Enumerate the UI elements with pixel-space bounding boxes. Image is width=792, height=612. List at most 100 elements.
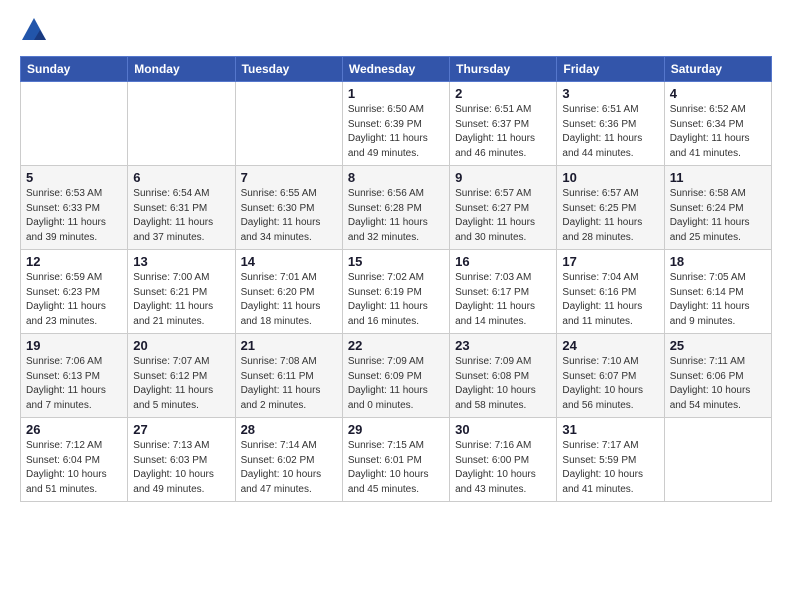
calendar-cell: 13 Sunrise: 7:00 AM Sunset: 6:21 PM Dayli… <box>128 250 235 334</box>
day-info: Sunrise: 7:09 AM Sunset: 6:08 PM Dayligh… <box>455 355 551 413</box>
day-number: 8 <box>348 170 444 185</box>
calendar-table: SundayMondayTuesdayWednesdayThursdayFrid… <box>20 56 772 502</box>
calendar-cell <box>664 418 771 502</box>
day-info: Sunrise: 7:01 AM Sunset: 6:20 PM Dayligh… <box>241 271 337 329</box>
calendar-week-2: 5 Sunrise: 6:53 AM Sunset: 6:33 PM Daylig… <box>21 166 772 250</box>
day-info: Sunrise: 6:57 AM Sunset: 6:25 PM Dayligh… <box>562 187 658 245</box>
day-info: Sunrise: 7:08 AM Sunset: 6:11 PM Dayligh… <box>241 355 337 413</box>
calendar-cell: 6 Sunrise: 6:54 AM Sunset: 6:31 PM Daylig… <box>128 166 235 250</box>
day-number: 23 <box>455 338 551 353</box>
header <box>20 16 772 44</box>
day-number: 3 <box>562 86 658 101</box>
day-number: 27 <box>133 422 229 437</box>
day-number: 9 <box>455 170 551 185</box>
day-number: 15 <box>348 254 444 269</box>
calendar-cell: 2Sunrise: 6:51 AM Sunset: 6:37 PM Daylig… <box>450 82 557 166</box>
day-number: 13 <box>133 254 229 269</box>
calendar-cell: 17 Sunrise: 7:04 AM Sunset: 6:16 PM Dayli… <box>557 250 664 334</box>
day-info: Sunrise: 6:56 AM Sunset: 6:28 PM Dayligh… <box>348 187 444 245</box>
calendar-cell: 30 Sunrise: 7:16 AM Sunset: 6:00 PM Dayli… <box>450 418 557 502</box>
calendar-week-1: 1Sunrise: 6:50 AM Sunset: 6:39 PM Daylig… <box>21 82 772 166</box>
calendar-cell <box>235 82 342 166</box>
calendar-cell: 15 Sunrise: 7:02 AM Sunset: 6:19 PM Dayli… <box>342 250 449 334</box>
day-number: 22 <box>348 338 444 353</box>
calendar-cell: 24Sunrise: 7:10 AM Sunset: 6:07 PM Dayli… <box>557 334 664 418</box>
calendar-cell: 7 Sunrise: 6:55 AM Sunset: 6:30 PM Daylig… <box>235 166 342 250</box>
page: SundayMondayTuesdayWednesdayThursdayFrid… <box>0 0 792 512</box>
calendar-cell: 1Sunrise: 6:50 AM Sunset: 6:39 PM Daylig… <box>342 82 449 166</box>
day-info: Sunrise: 7:14 AM Sunset: 6:02 PM Dayligh… <box>241 439 337 497</box>
day-info: Sunrise: 7:09 AM Sunset: 6:09 PM Dayligh… <box>348 355 444 413</box>
calendar-cell: 12 Sunrise: 6:59 AM Sunset: 6:23 PM Dayli… <box>21 250 128 334</box>
day-info: Sunrise: 6:57 AM Sunset: 6:27 PM Dayligh… <box>455 187 551 245</box>
calendar-cell: 16 Sunrise: 7:03 AM Sunset: 6:17 PM Dayli… <box>450 250 557 334</box>
day-number: 10 <box>562 170 658 185</box>
calendar-cell: 22 Sunrise: 7:09 AM Sunset: 6:09 PM Dayli… <box>342 334 449 418</box>
day-info: Sunrise: 6:53 AM Sunset: 6:33 PM Dayligh… <box>26 187 122 245</box>
calendar-cell: 19 Sunrise: 7:06 AM Sunset: 6:13 PM Dayli… <box>21 334 128 418</box>
calendar-cell: 26 Sunrise: 7:12 AM Sunset: 6:04 PM Dayli… <box>21 418 128 502</box>
day-info: Sunrise: 7:12 AM Sunset: 6:04 PM Dayligh… <box>26 439 122 497</box>
day-number: 7 <box>241 170 337 185</box>
day-number: 6 <box>133 170 229 185</box>
day-info: Sunrise: 6:59 AM Sunset: 6:23 PM Dayligh… <box>26 271 122 329</box>
calendar-cell: 21 Sunrise: 7:08 AM Sunset: 6:11 PM Dayli… <box>235 334 342 418</box>
day-number: 26 <box>26 422 122 437</box>
day-info: Sunrise: 7:15 AM Sunset: 6:01 PM Dayligh… <box>348 439 444 497</box>
calendar-header-friday: Friday <box>557 57 664 82</box>
calendar-cell: 10 Sunrise: 6:57 AM Sunset: 6:25 PM Dayli… <box>557 166 664 250</box>
calendar-cell <box>128 82 235 166</box>
day-info: Sunrise: 7:00 AM Sunset: 6:21 PM Dayligh… <box>133 271 229 329</box>
calendar-cell: 8 Sunrise: 6:56 AM Sunset: 6:28 PM Daylig… <box>342 166 449 250</box>
calendar-cell: 9 Sunrise: 6:57 AM Sunset: 6:27 PM Daylig… <box>450 166 557 250</box>
day-number: 4 <box>670 86 766 101</box>
day-number: 11 <box>670 170 766 185</box>
day-number: 20 <box>133 338 229 353</box>
day-number: 17 <box>562 254 658 269</box>
day-info: Sunrise: 6:51 AM Sunset: 6:37 PM Dayligh… <box>455 103 551 161</box>
calendar-cell <box>21 82 128 166</box>
calendar-cell: 3Sunrise: 6:51 AM Sunset: 6:36 PM Daylig… <box>557 82 664 166</box>
calendar-week-4: 19 Sunrise: 7:06 AM Sunset: 6:13 PM Dayli… <box>21 334 772 418</box>
day-number: 12 <box>26 254 122 269</box>
day-number: 5 <box>26 170 122 185</box>
calendar-header-sunday: Sunday <box>21 57 128 82</box>
calendar-cell: 25Sunrise: 7:11 AM Sunset: 6:06 PM Dayli… <box>664 334 771 418</box>
day-info: Sunrise: 7:10 AM Sunset: 6:07 PM Dayligh… <box>562 355 658 413</box>
day-number: 16 <box>455 254 551 269</box>
day-info: Sunrise: 7:06 AM Sunset: 6:13 PM Dayligh… <box>26 355 122 413</box>
day-info: Sunrise: 7:13 AM Sunset: 6:03 PM Dayligh… <box>133 439 229 497</box>
logo-icon <box>20 16 48 44</box>
day-number: 1 <box>348 86 444 101</box>
calendar-cell: 4 Sunrise: 6:52 AM Sunset: 6:34 PM Daylig… <box>664 82 771 166</box>
day-number: 21 <box>241 338 337 353</box>
day-info: Sunrise: 6:54 AM Sunset: 6:31 PM Dayligh… <box>133 187 229 245</box>
day-info: Sunrise: 6:52 AM Sunset: 6:34 PM Dayligh… <box>670 103 766 161</box>
calendar-header-monday: Monday <box>128 57 235 82</box>
day-info: Sunrise: 7:16 AM Sunset: 6:00 PM Dayligh… <box>455 439 551 497</box>
day-info: Sunrise: 7:04 AM Sunset: 6:16 PM Dayligh… <box>562 271 658 329</box>
day-number: 31 <box>562 422 658 437</box>
day-number: 30 <box>455 422 551 437</box>
calendar-week-5: 26 Sunrise: 7:12 AM Sunset: 6:04 PM Dayli… <box>21 418 772 502</box>
calendar-cell: 31Sunrise: 7:17 AM Sunset: 5:59 PM Dayli… <box>557 418 664 502</box>
calendar-cell: 23 Sunrise: 7:09 AM Sunset: 6:08 PM Dayli… <box>450 334 557 418</box>
day-info: Sunrise: 7:05 AM Sunset: 6:14 PM Dayligh… <box>670 271 766 329</box>
day-info: Sunrise: 6:58 AM Sunset: 6:24 PM Dayligh… <box>670 187 766 245</box>
calendar-week-3: 12 Sunrise: 6:59 AM Sunset: 6:23 PM Dayli… <box>21 250 772 334</box>
calendar-header-tuesday: Tuesday <box>235 57 342 82</box>
day-info: Sunrise: 7:07 AM Sunset: 6:12 PM Dayligh… <box>133 355 229 413</box>
day-number: 25 <box>670 338 766 353</box>
calendar-cell: 20 Sunrise: 7:07 AM Sunset: 6:12 PM Dayli… <box>128 334 235 418</box>
day-info: Sunrise: 6:55 AM Sunset: 6:30 PM Dayligh… <box>241 187 337 245</box>
calendar-cell: 27 Sunrise: 7:13 AM Sunset: 6:03 PM Dayli… <box>128 418 235 502</box>
calendar-cell: 28 Sunrise: 7:14 AM Sunset: 6:02 PM Dayli… <box>235 418 342 502</box>
calendar-header-wednesday: Wednesday <box>342 57 449 82</box>
day-number: 28 <box>241 422 337 437</box>
day-info: Sunrise: 7:02 AM Sunset: 6:19 PM Dayligh… <box>348 271 444 329</box>
calendar-cell: 29Sunrise: 7:15 AM Sunset: 6:01 PM Dayli… <box>342 418 449 502</box>
calendar-cell: 11 Sunrise: 6:58 AM Sunset: 6:24 PM Dayli… <box>664 166 771 250</box>
day-number: 19 <box>26 338 122 353</box>
day-info: Sunrise: 7:03 AM Sunset: 6:17 PM Dayligh… <box>455 271 551 329</box>
calendar-cell: 18Sunrise: 7:05 AM Sunset: 6:14 PM Dayli… <box>664 250 771 334</box>
